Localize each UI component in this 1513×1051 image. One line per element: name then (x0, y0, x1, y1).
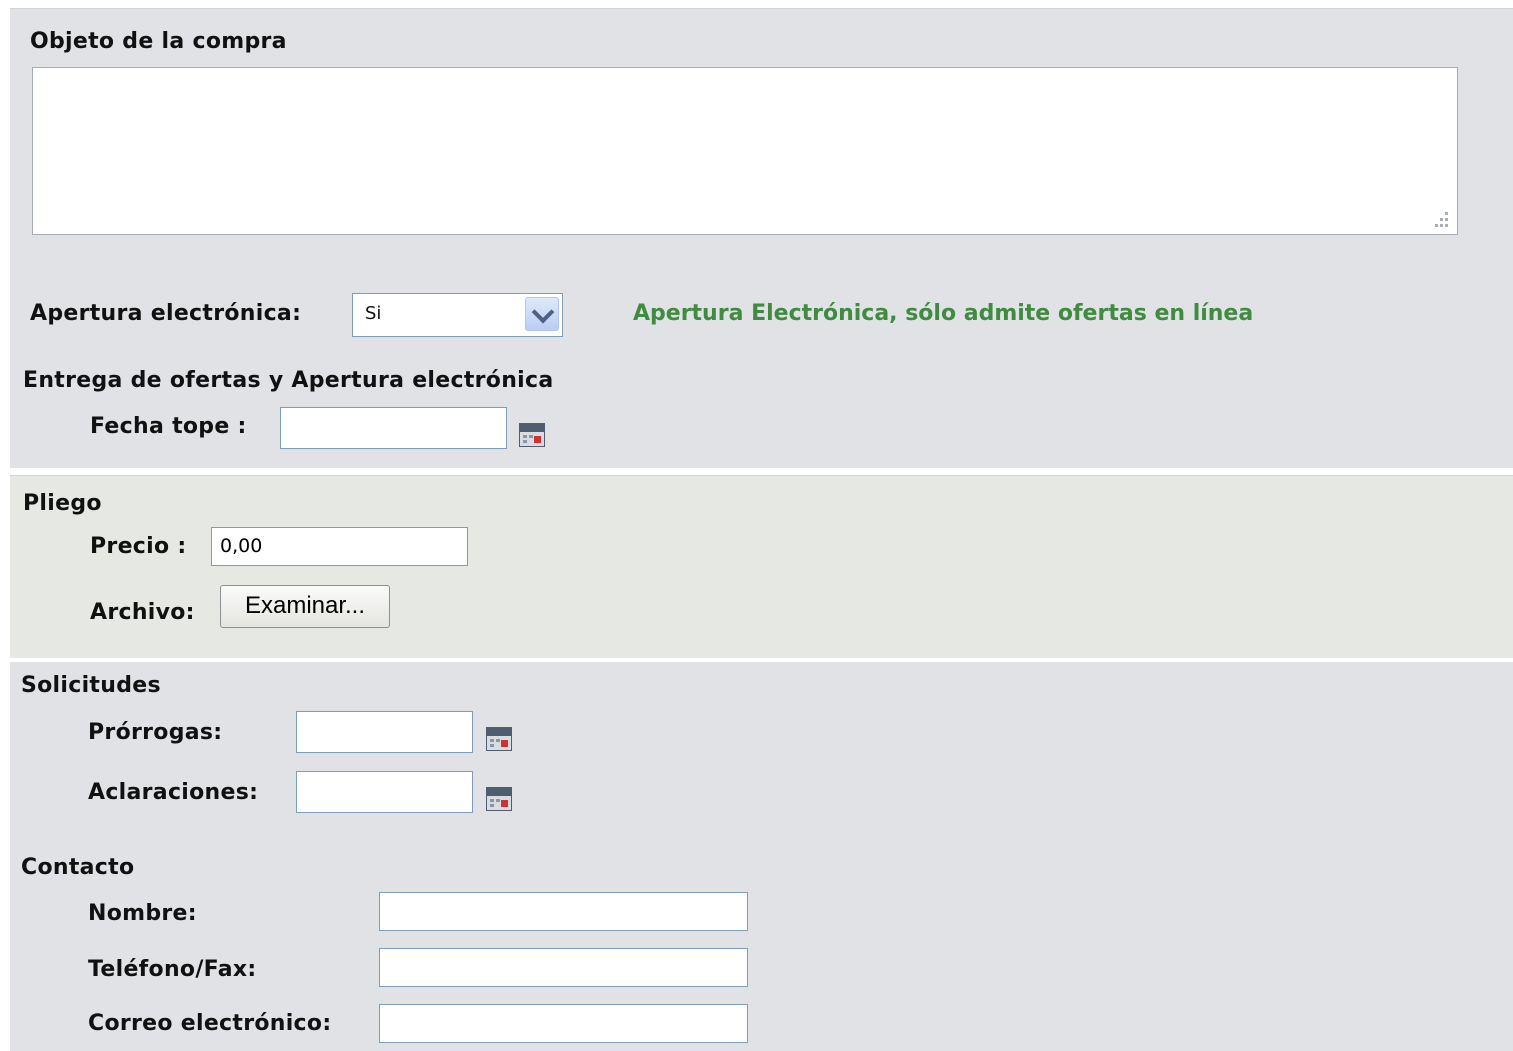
calendar-icon[interactable] (486, 787, 512, 811)
prorrogas-label: Prórrogas: (88, 720, 223, 745)
resize-grip-icon[interactable] (1431, 210, 1449, 228)
fecha-tope-input[interactable] (280, 407, 507, 449)
nombre-label: Nombre: (88, 901, 197, 926)
calendar-icon[interactable] (519, 423, 545, 447)
pliego-heading: Pliego (23, 491, 102, 516)
correo-label: Correo electrónico: (88, 1011, 332, 1036)
nombre-input[interactable] (379, 892, 748, 931)
prorrogas-input[interactable] (296, 711, 473, 753)
aclaraciones-input[interactable] (296, 771, 473, 813)
objeto-label: Objeto de la compra (30, 29, 287, 54)
objeto-textarea[interactable] (32, 67, 1458, 235)
contacto-heading: Contacto (21, 855, 135, 880)
apertura-select-value: Si (365, 303, 382, 324)
solicitudes-section: Solicitudes Prórrogas: Aclaraciones: Con… (10, 662, 1513, 1051)
telefono-input[interactable] (379, 948, 748, 987)
examinar-button[interactable]: Examinar... (220, 585, 390, 628)
telefono-label: Teléfono/Fax: (88, 957, 257, 982)
calendar-icon[interactable] (486, 727, 512, 751)
precio-label: Precio : (90, 534, 187, 559)
apertura-select[interactable]: Si (352, 293, 563, 337)
apertura-note: Apertura Electrónica, sólo admite oferta… (633, 301, 1254, 326)
entrega-heading: Entrega de ofertas y Apertura electrónic… (23, 368, 554, 393)
apertura-label: Apertura electrónica: (30, 301, 302, 326)
fecha-tope-label: Fecha tope : (90, 414, 247, 439)
chevron-down-icon[interactable] (525, 297, 559, 331)
solicitudes-heading: Solicitudes (21, 673, 161, 698)
objeto-section: Objeto de la compra Apertura electrónica… (10, 8, 1513, 468)
precio-input[interactable]: 0,00 (211, 527, 468, 566)
pliego-section: Pliego Precio : 0,00 Archivo: Examinar..… (10, 475, 1513, 658)
aclaraciones-label: Aclaraciones: (88, 780, 259, 805)
archivo-label: Archivo: (90, 600, 195, 625)
correo-input[interactable] (379, 1004, 748, 1043)
